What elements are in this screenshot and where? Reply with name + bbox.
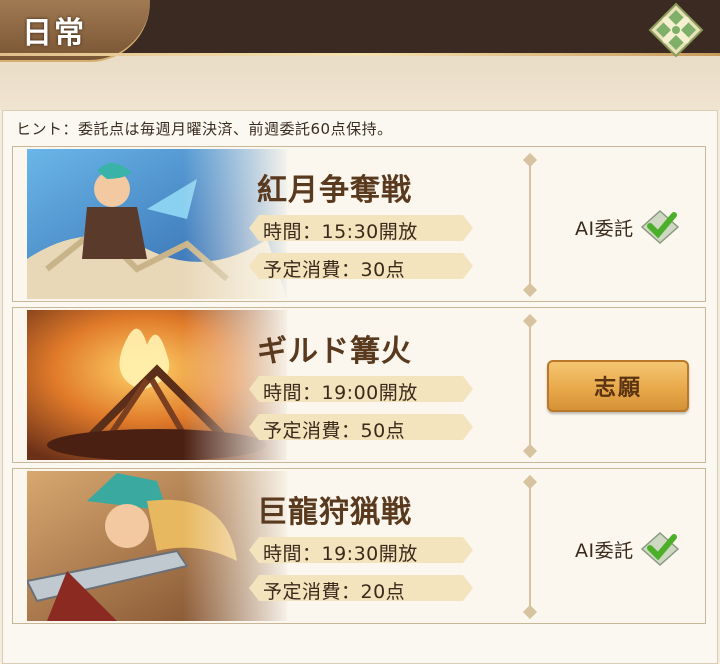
time-text: 時間：15:30開放 bbox=[263, 221, 418, 243]
ai-delegate-label: AI委託 bbox=[575, 217, 634, 240]
header-divider bbox=[0, 53, 720, 56]
check-icon bbox=[640, 209, 679, 245]
cost-text: 予定消費：50点 bbox=[263, 420, 406, 442]
event-title: 巨龍狩猟戦 bbox=[257, 495, 412, 530]
event-card-3: 巨龍狩猟戦 時間：19:30開放 予定消費：20点 AI委託 bbox=[12, 468, 706, 624]
close-button[interactable] bbox=[648, 2, 704, 58]
time-text: 時間：19:30開放 bbox=[263, 543, 418, 565]
hint-text: ヒント：委託点は毎週月曜決済、前週委託60点保持。 bbox=[16, 120, 393, 138]
card-divider bbox=[529, 320, 531, 452]
event-card-2: ギルド篝火 時間：19:00開放 予定消費：50点 志願 bbox=[12, 307, 706, 463]
volunteer-button[interactable]: 志願 bbox=[547, 360, 689, 412]
card-divider bbox=[529, 481, 531, 613]
ai-delegate-toggle[interactable]: AI委託 bbox=[575, 209, 680, 245]
event-card-1: 紅月争奪戦 時間：15:30開放 予定消費：30点 AI委託 bbox=[12, 146, 706, 302]
ai-delegate-label: AI委託 bbox=[575, 539, 634, 562]
volunteer-label: 志願 bbox=[593, 376, 642, 401]
cost-text: 予定消費：20点 bbox=[263, 581, 406, 603]
close-icon bbox=[648, 2, 704, 58]
page-title: 日常 bbox=[22, 16, 86, 51]
card-divider bbox=[529, 159, 531, 291]
ai-delegate-toggle[interactable]: AI委託 bbox=[575, 531, 680, 567]
time-text: 時間：19:00開放 bbox=[263, 382, 418, 404]
event-title: 紅月争奪戦 bbox=[257, 173, 412, 208]
cost-text: 予定消費：30点 bbox=[263, 259, 406, 281]
check-icon bbox=[640, 531, 679, 567]
event-title: ギルド篝火 bbox=[257, 334, 412, 369]
